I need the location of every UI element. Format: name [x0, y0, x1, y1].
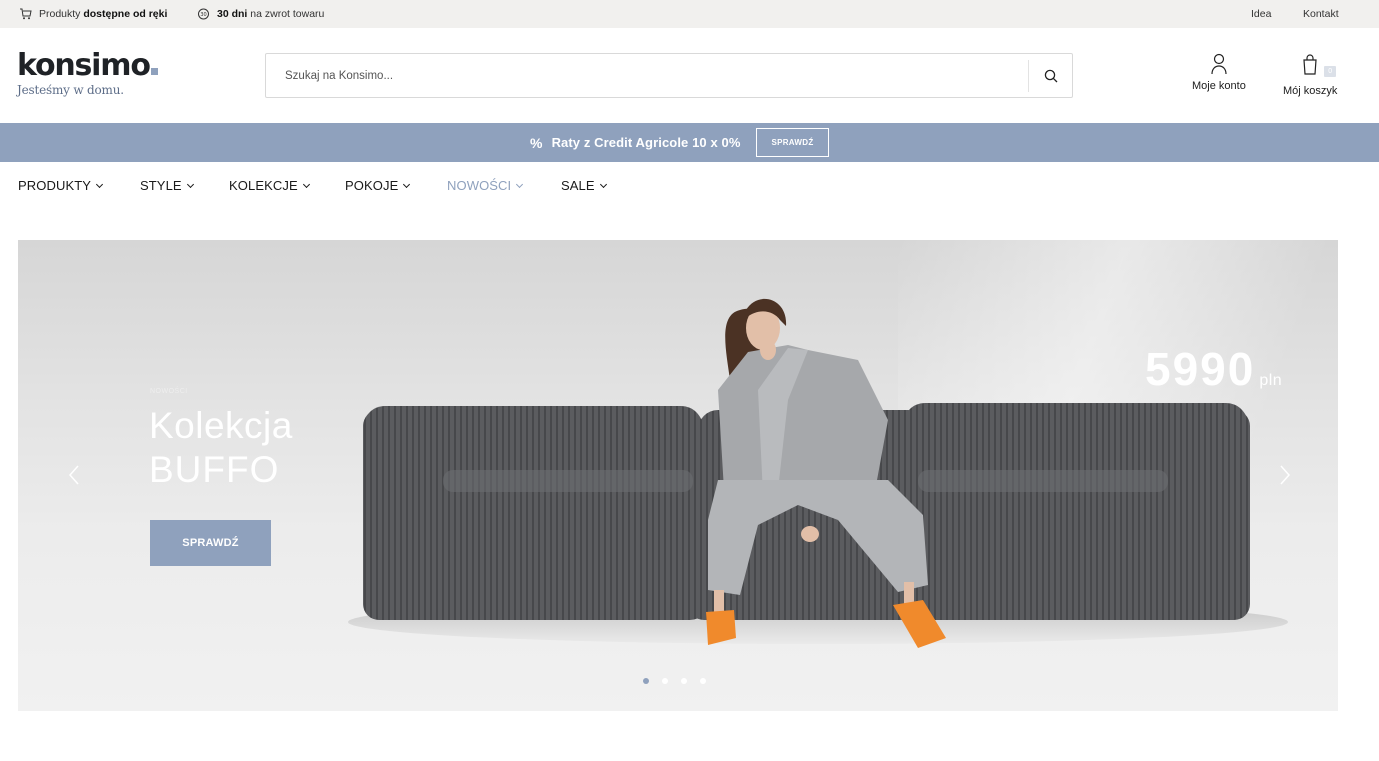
logo-wordmark: konsimo — [17, 51, 158, 81]
nav-label: POKOJE — [345, 178, 399, 193]
hero-title-line1: Kolekcja — [149, 405, 293, 446]
box-icon — [20, 8, 32, 20]
hero-slider: NOWOŚCI Kolekcja BUFFO SPRAWDŹ 5990 pln — [18, 240, 1338, 711]
chevron-down-icon — [403, 180, 411, 188]
nav-item-styles[interactable]: STYLE — [140, 178, 194, 193]
search-button[interactable] — [1038, 64, 1064, 88]
nav-label: PRODUKTY — [18, 178, 92, 193]
shopping-bag-icon — [1303, 54, 1317, 75]
cart-icon-wrap: 0 — [1300, 53, 1337, 80]
nav-item-products[interactable]: PRODUKTY — [18, 178, 104, 193]
chevron-down-icon — [95, 180, 104, 188]
logo[interactable]: konsimo Jesteśmy w domu. — [17, 51, 158, 97]
cart-label: Mój koszyk — [1283, 85, 1338, 97]
return-policy-note: 30 30 dni na zwrot towaru — [197, 0, 324, 28]
user-icon — [1211, 53, 1227, 75]
chevron-down-icon — [186, 180, 194, 188]
idea-link[interactable]: Idea — [1251, 0, 1271, 28]
prev-slide-arrow-icon[interactable] — [66, 464, 84, 486]
return-text: 30 dni na zwrot towaru — [217, 8, 325, 20]
slider-dot-1[interactable] — [643, 678, 649, 684]
nav-label: SALE — [561, 178, 595, 193]
nav-label: NOWOŚCI — [447, 178, 512, 193]
availability-note: Produkty dostępne od ręki — [19, 0, 167, 28]
hero-tag: NOWOŚCI — [150, 388, 188, 395]
cart-count-badge: 0 — [1324, 66, 1337, 77]
promo-banner: % Raty z Credit Agricole 10 x 0% SPRAWDŹ — [0, 123, 1379, 162]
top-utility-bar: Produkty dostępne od ręki 30 30 dni na z… — [0, 0, 1379, 28]
slider-dot-2[interactable] — [662, 678, 668, 684]
next-slide-arrow-icon[interactable] — [1275, 464, 1293, 486]
promo-text: % Raty z Credit Agricole 10 x 0% — [530, 123, 740, 162]
chevron-down-icon — [599, 180, 607, 188]
nav-label: STYLE — [140, 178, 182, 193]
logo-dot — [150, 68, 158, 75]
return-icon: 30 — [198, 8, 209, 20]
nav-item-new[interactable]: NOWOŚCI — [447, 178, 524, 193]
promo-message: Raty z Credit Agricole 10 x 0% — [551, 135, 741, 150]
nav-item-sale[interactable]: SALE — [561, 178, 607, 193]
promo-check-button[interactable]: SPRAWDŹ — [756, 128, 829, 157]
nav-item-rooms[interactable]: POKOJE — [345, 178, 411, 193]
price-currency: pln — [1259, 372, 1283, 389]
nav-item-collections[interactable]: KOLEKCJE — [229, 178, 310, 193]
nav-label: KOLEKCJE — [229, 178, 298, 193]
hero-title-line2: BUFFO — [149, 449, 280, 490]
search-input[interactable] — [285, 66, 1005, 86]
price-value: 5990 — [1145, 343, 1256, 395]
search-box — [265, 53, 1073, 98]
cart-button[interactable]: 0 Mój koszyk — [1283, 53, 1337, 97]
contact-link[interactable]: Kontakt — [1303, 0, 1339, 28]
search-divider — [1028, 60, 1029, 92]
chevron-down-icon — [516, 180, 524, 188]
account-button[interactable]: Moje konto — [1192, 53, 1246, 92]
hero-check-button[interactable]: SPRAWDŹ — [150, 520, 271, 566]
slider-dots — [643, 678, 706, 684]
hero-price: 5990 pln — [1145, 344, 1282, 394]
search-icon — [1044, 69, 1058, 83]
chevron-down-icon — [302, 180, 310, 188]
logo-tagline: Jesteśmy w domu. — [17, 83, 124, 97]
main-nav: PRODUKTY STYLE KOLEKCJE POKOJE NOWOŚCI S… — [0, 162, 1379, 210]
slider-dot-3[interactable] — [681, 678, 687, 684]
availability-text: Produkty dostępne od ręki — [39, 8, 168, 20]
percent-icon: % — [530, 134, 543, 151]
svg-text:30: 30 — [200, 12, 206, 18]
account-label: Moje konto — [1192, 80, 1246, 92]
slider-dot-4[interactable] — [700, 678, 706, 684]
